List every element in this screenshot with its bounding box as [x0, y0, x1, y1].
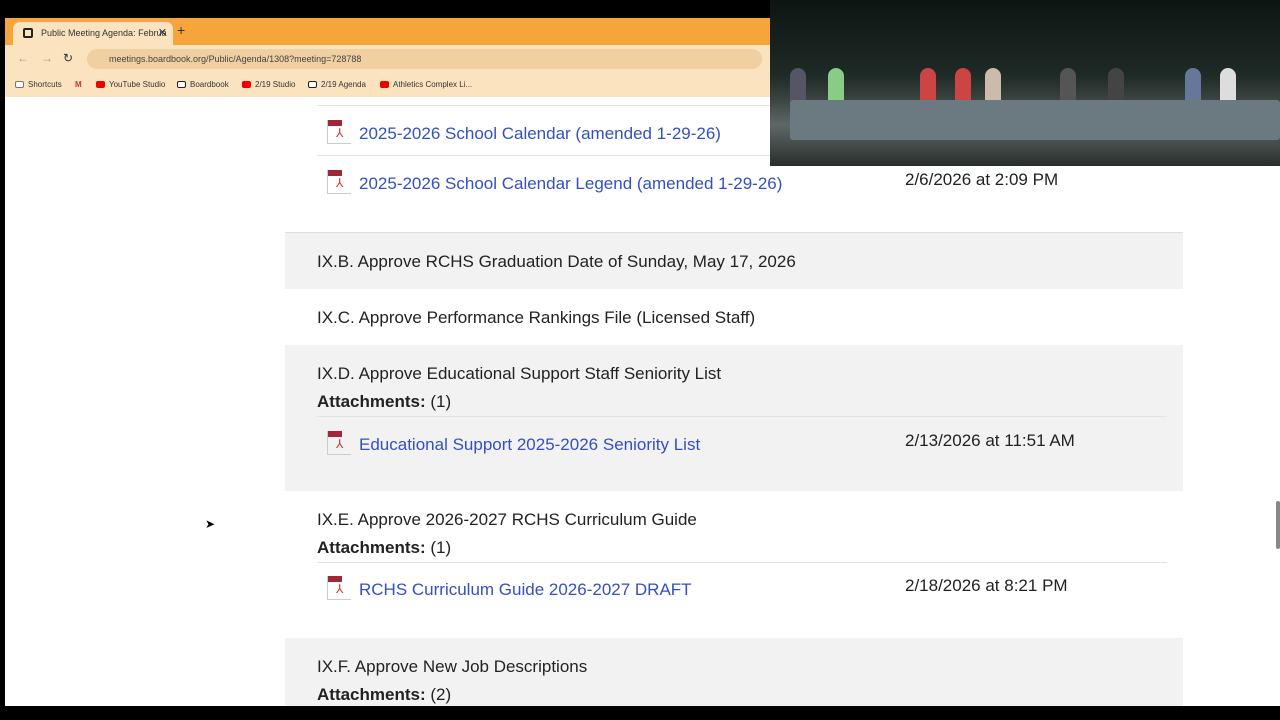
- pdf-icon: [327, 170, 351, 194]
- bookmark-label: Boardbook: [190, 80, 229, 89]
- bookmark-label: YouTube Studio: [109, 80, 166, 89]
- bookmark-athletics[interactable]: Athletics Complex Li...: [380, 80, 472, 89]
- attachment-date: 2/18/2026 at 8:21 PM: [905, 576, 1068, 595]
- attachments-label: Attachments:: [317, 538, 426, 557]
- agenda-page: 2025-2026 School Calendar (amended 1-29-…: [5, 97, 1280, 706]
- page-icon: [23, 28, 33, 38]
- attachment-link[interactable]: Educational Support 2025-2026 Seniority …: [327, 431, 700, 455]
- attachment-name[interactable]: 2025-2026 School Calendar Legend (amende…: [359, 174, 782, 193]
- attachments-label: Attachments:: [317, 392, 426, 411]
- person: [1220, 68, 1236, 102]
- bookmark-label: Shortcuts: [28, 80, 62, 89]
- agenda-item-ix-b: IX.B. Approve RCHS Graduation Date of Su…: [285, 232, 1183, 289]
- person: [920, 68, 936, 102]
- pdf-icon: [327, 576, 351, 600]
- item-title: IX.D. Approve Educational Support Staff …: [317, 364, 722, 383]
- person: [790, 68, 806, 102]
- item-title: IX.F. Approve New Job Descriptions: [317, 657, 588, 676]
- attachment-link[interactable]: 2025-2026 School Calendar (amended 1-29-…: [327, 120, 721, 144]
- reload-icon[interactable]: ↻: [63, 51, 73, 65]
- bookmark-shortcuts[interactable]: Shortcuts: [15, 80, 62, 89]
- person: [1060, 68, 1076, 102]
- person: [985, 68, 1001, 102]
- bookmark-2-19-studio[interactable]: 2/19 Studio: [242, 80, 295, 89]
- attachments-count: Attachments: (1): [317, 392, 451, 412]
- bookmark-boardbook[interactable]: Boardbook: [177, 80, 229, 89]
- agenda-item-ix-c: IX.C. Approve Performance Rankings File …: [285, 289, 1183, 345]
- scrollbar-thumb[interactable]: [1276, 501, 1280, 549]
- new-tab-icon[interactable]: +: [177, 22, 185, 38]
- video-overlay: [770, 0, 1280, 166]
- bookmark-label: Athletics Complex Li...: [393, 80, 473, 89]
- person: [955, 68, 971, 102]
- attachment-date: 2/13/2026 at 11:51 AM: [905, 431, 1075, 450]
- attachments-label: Attachments:: [317, 685, 426, 704]
- url-input[interactable]: meetings.boardbook.org/Public/Agenda/130…: [87, 49, 762, 69]
- bookmark-label: 2/19 Agenda: [321, 80, 366, 89]
- attachments-count: Attachments: (2): [317, 685, 451, 705]
- pdf-icon: [327, 120, 351, 144]
- item-title: IX.C. Approve Performance Rankings File …: [317, 308, 756, 327]
- agenda-item-ix-d: IX.D. Approve Educational Support Staff …: [285, 345, 1183, 491]
- count: (2): [430, 685, 452, 704]
- tab-strip: Public Meeting Agenda: Februa ✕ +: [5, 18, 770, 45]
- attachment-link[interactable]: 2025-2026 School Calendar Legend (amende…: [327, 170, 782, 194]
- agenda-item-ix-e: IX.E. Approve 2026-2027 RCHS Curriculum …: [285, 491, 1183, 638]
- tab-title: Public Meeting Agenda: Februa: [41, 28, 167, 38]
- bookmarks-bar: Shortcuts M YouTube Studio Boardbook 2/1…: [5, 72, 770, 97]
- meeting-table: [790, 100, 1280, 140]
- item-title: IX.B. Approve RCHS Graduation Date of Su…: [317, 252, 796, 271]
- attachment-link[interactable]: RCHS Curriculum Guide 2026-2027 DRAFT: [327, 576, 692, 600]
- person: [1108, 68, 1124, 102]
- gmail-icon[interactable]: M: [75, 80, 82, 89]
- address-bar-row: ← → ↻ meetings.boardbook.org/Public/Agen…: [5, 45, 770, 72]
- mouse-cursor-icon: ➤: [205, 517, 216, 531]
- attachments-count: Attachments: (1): [317, 538, 451, 558]
- attachment-date: 2/6/2026 at 2:09 PM: [905, 170, 1059, 189]
- item-title: IX.E. Approve 2026-2027 RCHS Curriculum …: [317, 510, 697, 529]
- tab-agenda[interactable]: Public Meeting Agenda: Februa ✕: [13, 22, 173, 45]
- bookmark-label: 2/19 Studio: [255, 80, 296, 89]
- pdf-icon: [327, 431, 351, 455]
- person: [1185, 68, 1201, 102]
- attachment-name[interactable]: 2025-2026 School Calendar (amended 1-29-…: [359, 124, 721, 143]
- count: (1): [430, 538, 452, 557]
- back-icon[interactable]: ←: [17, 51, 29, 65]
- person: [828, 68, 844, 102]
- divider: [317, 416, 1167, 417]
- bookmark-youtube-studio[interactable]: YouTube Studio: [96, 80, 165, 89]
- bookmark-2-19-agenda[interactable]: 2/19 Agenda: [308, 80, 366, 89]
- divider: [317, 562, 1167, 563]
- count: (1): [430, 392, 452, 411]
- agenda-item-ix-f: IX.F. Approve New Job Descriptions Attac…: [285, 638, 1183, 706]
- forward-icon[interactable]: →: [41, 51, 53, 65]
- attachment-name[interactable]: Educational Support 2025-2026 Seniority …: [359, 435, 700, 454]
- attachment-name[interactable]: RCHS Curriculum Guide 2026-2027 DRAFT: [359, 580, 692, 599]
- close-tab-icon[interactable]: ✕: [158, 26, 167, 39]
